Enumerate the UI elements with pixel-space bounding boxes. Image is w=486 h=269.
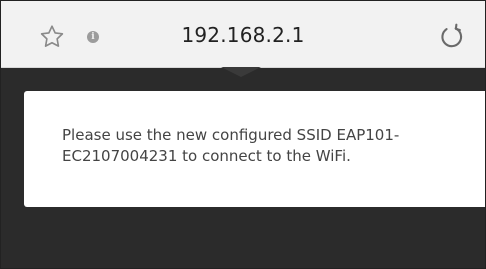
dialog-message: Please use the new configured SSID EAP10…: [62, 126, 400, 165]
message-dialog: Please use the new configured SSID EAP10…: [24, 91, 485, 207]
url-text[interactable]: 192.168.2.1: [1, 23, 485, 47]
reload-icon[interactable]: [437, 23, 465, 51]
popup-pointer: [221, 67, 261, 77]
browser-window: i 192.168.2.1 Please use the new configu…: [0, 0, 486, 269]
address-bar: i 192.168.2.1: [1, 1, 485, 68]
